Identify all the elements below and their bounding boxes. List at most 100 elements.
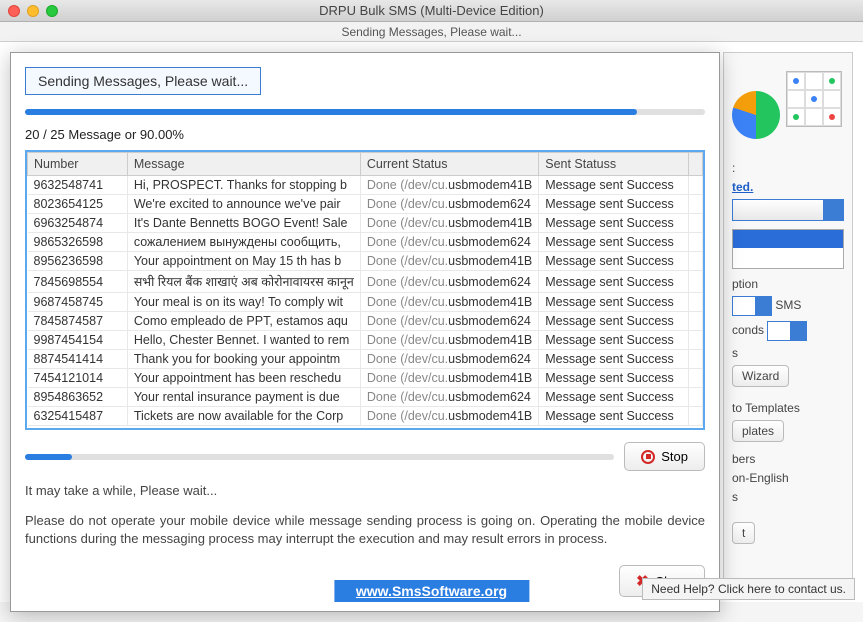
cell-number: 9687458745 — [28, 293, 128, 312]
cell-sent: Message sent Success — [539, 312, 689, 331]
cell-status: Done (/dev/cu.usbmodem41B — [360, 293, 538, 312]
cell-status: Done (/dev/cu.usbmodem624 — [360, 233, 538, 252]
cell-message: Hello, Chester Bennet. I wanted to rem — [127, 331, 360, 350]
cell-status: Done (/dev/cu.usbmodem624 — [360, 312, 538, 331]
minimize-window-icon[interactable] — [27, 5, 39, 17]
table-row[interactable]: 9632548741Hi, PROSPECT. Thanks for stopp… — [28, 176, 703, 195]
table-row[interactable]: 6325415487Tickets are now available for … — [28, 407, 703, 426]
table-row[interactable]: 6963254874It's Dante Bennetts BOGO Event… — [28, 214, 703, 233]
cell-message: Thank you for booking your appointm — [127, 350, 360, 369]
cell-sent: Message sent Success — [539, 350, 689, 369]
cell-message: Your meal is on its way! To comply wit — [127, 293, 360, 312]
cell-number: 8023654125 — [28, 195, 128, 214]
column-status[interactable]: Current Status — [360, 153, 538, 176]
cell-status: Done (/dev/cu.usbmodem624 — [360, 195, 538, 214]
cell-number: 7845874587 — [28, 312, 128, 331]
cell-number: 9865326598 — [28, 233, 128, 252]
cell-sent: Message sent Success — [539, 388, 689, 407]
cell-status: Done (/dev/cu.usbmodem41B — [360, 176, 538, 195]
cell-sent: Message sent Success — [539, 369, 689, 388]
table-row[interactable]: 8956236598Your appointment on May 15 th … — [28, 252, 703, 271]
traffic-lights — [8, 5, 58, 17]
cell-number: 9632548741 — [28, 176, 128, 195]
cell-message: Como empleado de PPT, estamos aqu — [127, 312, 360, 331]
cell-status: Done (/dev/cu.usbmodem41B — [360, 369, 538, 388]
cell-number: 8954863652 — [28, 388, 128, 407]
cell-message: Your appointment on May 15 th has b — [127, 252, 360, 271]
sending-dialog: Sending Messages, Please wait... 20 / 25… — [10, 52, 720, 612]
cell-number: 7845698554 — [28, 271, 128, 293]
cell-number: 7454121014 — [28, 369, 128, 388]
grid-icon — [786, 71, 842, 127]
cell-number: 9987454154 — [28, 331, 128, 350]
help-link[interactable]: Need Help? Click here to contact us. — [642, 578, 855, 600]
wait-text: It may take a while, Please wait... — [25, 483, 705, 498]
sidebar-mini-select-2[interactable] — [767, 321, 807, 341]
sidebar-mini-select-1[interactable] — [732, 296, 772, 316]
cell-message: Hi, PROSPECT. Thanks for stopping b — [127, 176, 360, 195]
progress-bar-bottom — [25, 454, 614, 460]
sidebar-dropdown-1[interactable] — [732, 199, 844, 221]
table-row[interactable]: 8954863652Your rental insurance payment … — [28, 388, 703, 407]
table-row[interactable]: 7845874587Como empleado de PPT, estamos … — [28, 312, 703, 331]
cell-sent: Message sent Success — [539, 271, 689, 293]
sidebar-listbox[interactable] — [732, 229, 844, 269]
table-header-row: Number Message Current Status Sent Statu… — [28, 153, 703, 176]
cell-number: 8956236598 — [28, 252, 128, 271]
templates-button[interactable]: plates — [732, 420, 784, 442]
sidebar-label-option: ption — [732, 277, 844, 291]
cell-status: Done (/dev/cu.usbmodem624 — [360, 388, 538, 407]
cell-status: Done (/dev/cu.usbmodem41B — [360, 407, 538, 426]
window-title: DRPU Bulk SMS (Multi-Device Edition) — [0, 3, 863, 18]
app-logo — [732, 61, 842, 151]
sidebar-bottom-button[interactable]: t — [732, 522, 755, 544]
main-area: : ted. ption SMS conds s Wizard to Templ… — [0, 42, 863, 602]
progress-bar-top — [25, 109, 705, 115]
progress-counter: 20 / 25 Message or 90.00% — [25, 127, 705, 142]
close-window-icon[interactable] — [8, 5, 20, 17]
table-row[interactable]: 8023654125We're excited to announce we'v… — [28, 195, 703, 214]
cell-number: 6325415487 — [28, 407, 128, 426]
table-row[interactable]: 7454121014Your appointment has been resc… — [28, 369, 703, 388]
stop-button[interactable]: Stop — [624, 442, 705, 471]
column-number[interactable]: Number — [28, 153, 128, 176]
cell-sent: Message sent Success — [539, 195, 689, 214]
cell-number: 6963254874 — [28, 214, 128, 233]
cell-sent: Message sent Success — [539, 407, 689, 426]
cell-status: Done (/dev/cu.usbmodem41B — [360, 252, 538, 271]
titlebar: DRPU Bulk SMS (Multi-Device Edition) — [0, 0, 863, 22]
status-message: Sending Messages, Please wait... — [25, 67, 261, 95]
column-sent[interactable]: Sent Statuss — [539, 153, 689, 176]
sidebar-link[interactable]: ted. — [732, 180, 753, 194]
window-subtitle: Sending Messages, Please wait... — [0, 22, 863, 42]
pie-chart-icon — [732, 91, 780, 139]
cell-number: 8874541414 — [28, 350, 128, 369]
cell-message: We're excited to announce we've pair — [127, 195, 360, 214]
table-row[interactable]: 9687458745Your meal is on its way! To co… — [28, 293, 703, 312]
table-row[interactable]: 8874541414Thank you for booking your app… — [28, 350, 703, 369]
table-row[interactable]: 9987454154Hello, Chester Bennet. I wante… — [28, 331, 703, 350]
cell-status: Done (/dev/cu.usbmodem41B — [360, 214, 538, 233]
cell-status: Done (/dev/cu.usbmodem41B — [360, 331, 538, 350]
cell-sent: Message sent Success — [539, 233, 689, 252]
cell-message: Your appointment has been reschedu — [127, 369, 360, 388]
message-table[interactable]: Number Message Current Status Sent Statu… — [25, 150, 705, 430]
cell-message: It's Dante Bennetts BOGO Event! Sale — [127, 214, 360, 233]
table-row[interactable]: 7845698554सभी रियल बैंक शाखाएं अब कोरोना… — [28, 271, 703, 293]
maximize-window-icon[interactable] — [46, 5, 58, 17]
background-sidebar: : ted. ption SMS conds s Wizard to Templ… — [723, 52, 853, 592]
cell-message: सभी रियल बैंक शाखाएं अब कोरोनावायरस कानू… — [127, 271, 360, 293]
column-message[interactable]: Message — [127, 153, 360, 176]
table-row[interactable]: 9865326598сожалением вынуждены сообщить,… — [28, 233, 703, 252]
cell-sent: Message sent Success — [539, 331, 689, 350]
wizard-button[interactable]: Wizard — [732, 365, 789, 387]
cell-status: Done (/dev/cu.usbmodem624 — [360, 271, 538, 293]
cell-status: Done (/dev/cu.usbmodem624 — [360, 350, 538, 369]
footer-url[interactable]: www.SmsSoftware.org — [334, 580, 529, 602]
cell-message: Tickets are now available for the Corp — [127, 407, 360, 426]
cell-sent: Message sent Success — [539, 252, 689, 271]
warning-text: Please do not operate your mobile device… — [25, 512, 705, 548]
cell-message: сожалением вынуждены сообщить, — [127, 233, 360, 252]
stop-icon — [641, 450, 655, 464]
cell-message: Your rental insurance payment is due — [127, 388, 360, 407]
